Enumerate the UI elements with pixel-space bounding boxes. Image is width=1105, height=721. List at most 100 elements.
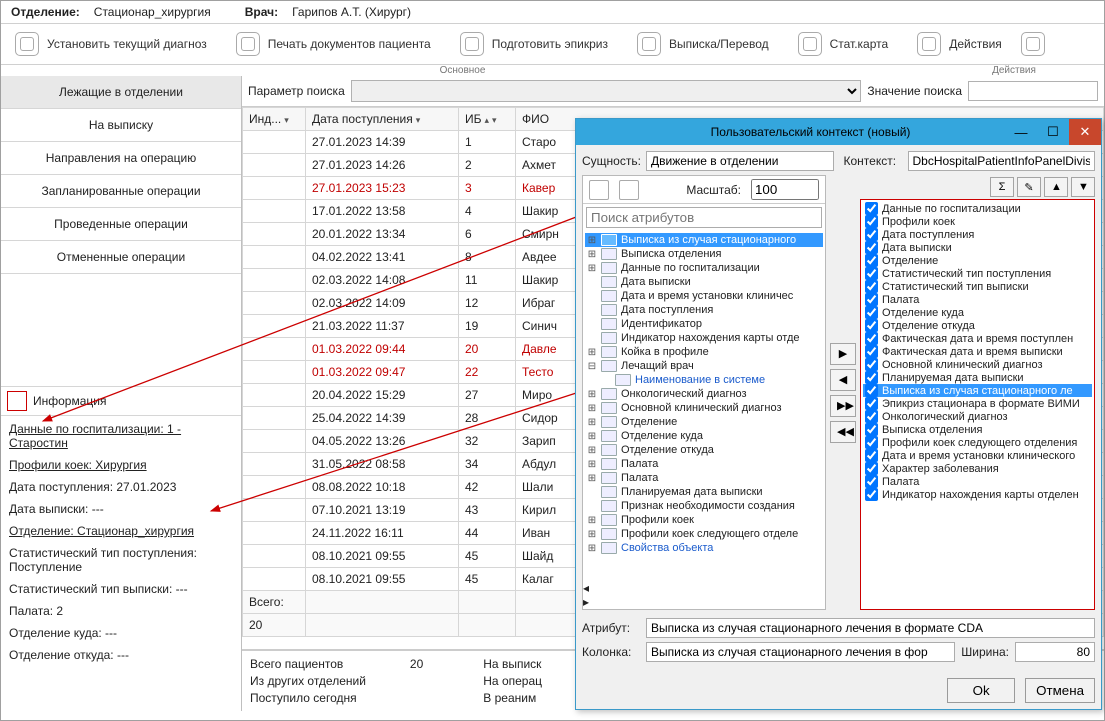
checklist-item[interactable]: Данные по госпитализации (863, 202, 1092, 215)
nav-planned-ops[interactable]: Запланированные операции (1, 175, 241, 208)
tree-node[interactable]: Признак необходимости создания (585, 499, 823, 513)
attr-search-input[interactable] (586, 207, 822, 228)
grid-icon[interactable] (619, 180, 639, 200)
tree-node[interactable]: ⊞Отделение (585, 415, 823, 429)
col-ib[interactable]: ИБ▴▾ (459, 108, 516, 131)
tree-node[interactable]: ⊞Основной клинический диагноз (585, 401, 823, 415)
nav-discharge[interactable]: На выписку (1, 109, 241, 142)
prepare-epicrisis-button[interactable]: Подготовить эпикриз (446, 24, 623, 64)
tree-node[interactable]: Идентификатор (585, 317, 823, 331)
checklist-item[interactable]: Профили коек (863, 215, 1092, 228)
minimize-button[interactable]: — (1005, 119, 1037, 145)
checkbox[interactable] (865, 462, 878, 475)
checkbox[interactable] (865, 319, 878, 332)
checkbox[interactable] (865, 280, 878, 293)
checklist-item[interactable]: Статистический тип выписки (863, 280, 1092, 293)
tree-node[interactable]: ⊞Отделение куда (585, 429, 823, 443)
checklist-item[interactable]: Отделение куда (863, 306, 1092, 319)
checklist-item[interactable]: Дата поступления (863, 228, 1092, 241)
tree-node[interactable]: ⊟Лечащий врач (585, 359, 823, 373)
tree-node[interactable]: Дата поступления (585, 303, 823, 317)
col-admit-date[interactable]: Дата поступления▾ (306, 108, 459, 131)
tree-node[interactable]: Индикатор нахождения карты отде (585, 331, 823, 345)
discharge-transfer-button[interactable]: Выписка/Перевод (623, 24, 784, 64)
tree-node[interactable]: ⊞Палата (585, 471, 823, 485)
checklist-item[interactable]: Фактическая дата и время поступлен (863, 332, 1092, 345)
entity-input[interactable] (646, 151, 834, 171)
extra-button[interactable] (1017, 24, 1050, 64)
checkbox[interactable] (865, 475, 878, 488)
tree-node[interactable]: ⊞Выписка отделения (585, 247, 823, 261)
checklist-item[interactable]: Палата (863, 475, 1092, 488)
close-button[interactable]: ✕ (1069, 119, 1101, 145)
checkbox[interactable] (865, 371, 878, 384)
nav-cancelled-ops[interactable]: Отмененные операции (1, 241, 241, 274)
checkbox[interactable] (865, 436, 878, 449)
col-input[interactable] (646, 642, 955, 662)
nav-inpatients[interactable]: Лежащие в отделении (1, 76, 241, 109)
checkbox[interactable] (865, 254, 878, 267)
move-all-right-button[interactable]: ▶▶ (830, 395, 856, 417)
checklist-item[interactable]: Выписка отделения (863, 423, 1092, 436)
checklist-item[interactable]: Отделение откуда (863, 319, 1092, 332)
width-input[interactable] (1015, 642, 1095, 662)
checkbox[interactable] (865, 449, 878, 462)
checkbox[interactable] (865, 332, 878, 345)
col-indicator[interactable]: Инд...▾ (243, 108, 306, 131)
checkbox[interactable] (865, 488, 878, 501)
context-input[interactable] (908, 151, 1096, 171)
columns-checklist[interactable]: Данные по госпитализацииПрофили коекДата… (860, 199, 1095, 610)
checklist-item[interactable]: Профили коек следующего отделения (863, 436, 1092, 449)
info-header[interactable]: Информация (1, 386, 241, 416)
ok-button[interactable]: Ok (947, 678, 1015, 703)
tree-node[interactable]: Планируемая дата выписки (585, 485, 823, 499)
checkbox[interactable] (865, 397, 878, 410)
tree-node[interactable]: ⊞Онкологический диагноз (585, 387, 823, 401)
checkbox[interactable] (865, 384, 878, 397)
checkbox[interactable] (865, 241, 878, 254)
checklist-item[interactable]: Отделение (863, 254, 1092, 267)
checklist-item[interactable]: Дата и время установки клинического (863, 449, 1092, 462)
tree-node[interactable]: ⊞Данные по госпитализации (585, 261, 823, 275)
checklist-item[interactable]: Основной клинический диагноз (863, 358, 1092, 371)
stat-card-button[interactable]: Стат.карта (784, 24, 904, 64)
tree-node[interactable]: ⊞Профили коек следующего отделе (585, 527, 823, 541)
checkbox[interactable] (865, 410, 878, 423)
sigma-button[interactable]: Σ (990, 177, 1014, 197)
checklist-item[interactable]: Индикатор нахождения карты отделен (863, 488, 1092, 501)
checkbox[interactable] (865, 293, 878, 306)
edit-button[interactable]: ✎ (1017, 177, 1041, 197)
attribute-tree[interactable]: ⊞Выписка из случая стационарного⊞Выписка… (583, 231, 825, 581)
up-button[interactable]: ▲ (1044, 177, 1068, 197)
checklist-item[interactable]: Дата выписки (863, 241, 1092, 254)
checkbox[interactable] (865, 267, 878, 280)
search-value-input[interactable] (968, 81, 1098, 101)
checkbox[interactable] (865, 215, 878, 228)
checklist-item[interactable]: Планируемая дата выписки (863, 371, 1092, 384)
search-param-select[interactable] (351, 80, 862, 102)
maximize-button[interactable]: ☐ (1037, 119, 1069, 145)
checklist-item[interactable]: Фактическая дата и время выписки (863, 345, 1092, 358)
zoom-icon[interactable] (589, 180, 609, 200)
attr-input[interactable] (646, 618, 1095, 638)
checkbox[interactable] (865, 306, 878, 319)
set-diagnosis-button[interactable]: Установить текущий диагноз (1, 24, 222, 64)
print-docs-button[interactable]: Печать документов пациента (222, 24, 446, 64)
move-left-button[interactable]: ◀ (830, 369, 856, 391)
tree-node[interactable]: Наименование в системе (585, 373, 823, 387)
nav-op-directions[interactable]: Направления на операцию (1, 142, 241, 175)
checklist-item[interactable]: Онкологический диагноз (863, 410, 1092, 423)
checklist-item[interactable]: Статистический тип поступления (863, 267, 1092, 280)
tree-node[interactable]: Дата выписки (585, 275, 823, 289)
tree-node[interactable]: ⊞Профили коек (585, 513, 823, 527)
move-right-button[interactable]: ▶ (830, 343, 856, 365)
actions-button[interactable]: Действия (903, 24, 1017, 64)
checkbox[interactable] (865, 228, 878, 241)
tree-node[interactable]: ⊞Палата (585, 457, 823, 471)
move-all-left-button[interactable]: ◀◀ (830, 421, 856, 443)
checklist-item[interactable]: Эпикриз стационара в формате ВИМИ (863, 397, 1092, 410)
cancel-button[interactable]: Отмена (1025, 678, 1095, 703)
dialog-titlebar[interactable]: Пользовательский контекст (новый) — ☐ ✕ (576, 119, 1101, 145)
checklist-item[interactable]: Палата (863, 293, 1092, 306)
tree-node[interactable]: ⊞Выписка из случая стационарного (585, 233, 823, 247)
